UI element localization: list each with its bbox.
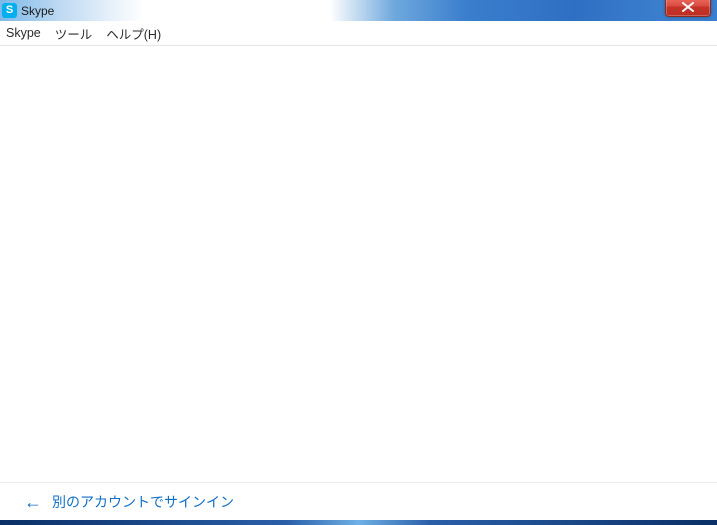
menu-skype[interactable]: Skype: [6, 26, 41, 40]
close-icon: [682, 2, 694, 12]
menu-help[interactable]: ヘルプ(H): [106, 24, 161, 43]
menu-tools[interactable]: ツール: [55, 24, 93, 43]
window-titlebar: S Skype: [0, 0, 717, 21]
back-arrow-icon: ←: [24, 493, 42, 511]
signin-other-account-label: 別のアカウントでサインイン: [52, 492, 234, 512]
footer: ← 別のアカウントでサインイン: [0, 482, 717, 520]
signin-other-account-link[interactable]: ← 別のアカウントでサインイン: [24, 492, 234, 512]
bottom-border: [0, 520, 717, 525]
skype-icon-letter: S: [6, 5, 13, 16]
skype-icon: S: [2, 3, 17, 18]
main-content: [0, 46, 717, 482]
close-button[interactable]: [665, 0, 711, 17]
window-title: Skype: [21, 4, 54, 18]
menubar: Skype ツール ヘルプ(H): [0, 21, 717, 46]
